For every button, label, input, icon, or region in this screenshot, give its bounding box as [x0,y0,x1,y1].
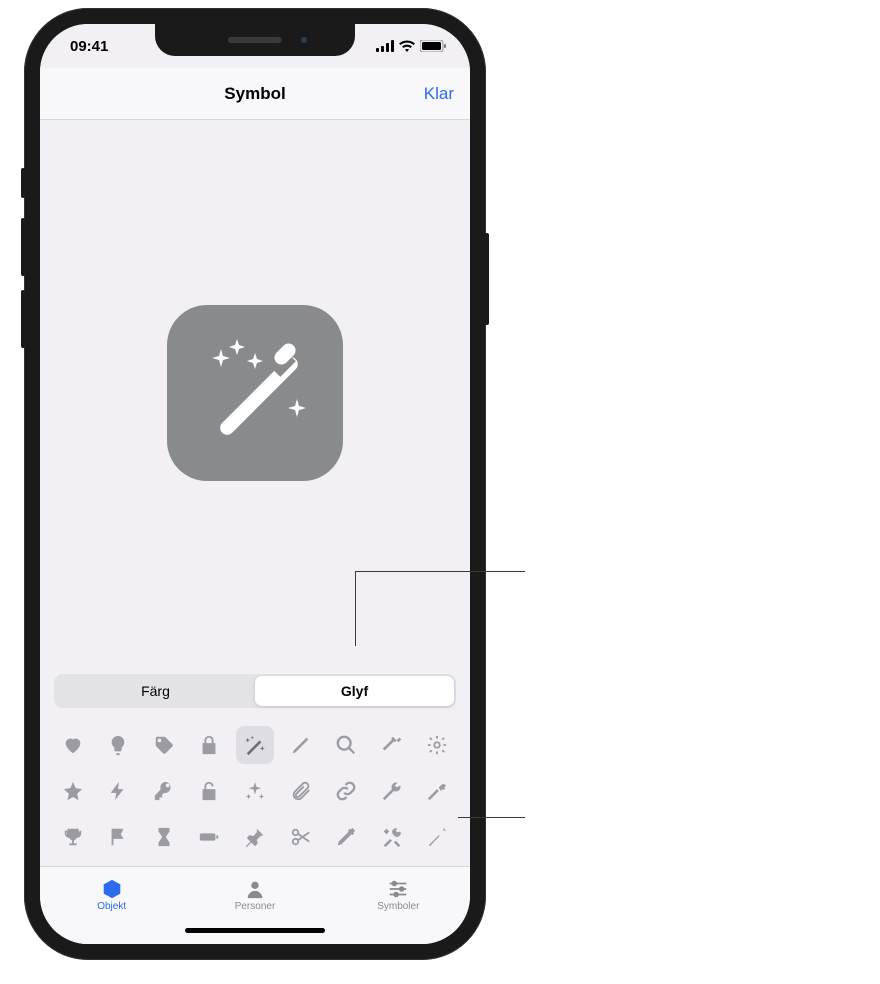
mute-switch [21,168,25,198]
volume-up-button [21,218,25,276]
tab-objects-label: Objekt [97,901,126,912]
tab-symbols-label: Symboler [377,901,419,912]
gear-icon[interactable] [418,726,456,764]
bolt-icon[interactable] [99,772,137,810]
tab-symbols[interactable]: Symboler [327,867,470,922]
page-title: Symbol [224,84,285,104]
callout-leader [355,571,525,572]
lightbulb-icon[interactable] [99,726,137,764]
segment-color[interactable]: Färg [56,676,255,706]
tab-people-label: Personer [235,901,276,912]
paperclip-icon[interactable] [282,772,320,810]
power-button [485,233,489,325]
magic-wand-icon [195,333,315,453]
segmented-control-row: Färg Glyf [40,666,470,718]
link-icon[interactable] [327,772,365,810]
battery-icon [420,40,446,52]
screen: 09:41 Symbol Klar [40,24,470,944]
navigation-bar: Symbol Klar [40,68,470,120]
eyedropper-icon[interactable] [327,818,365,856]
cube-icon [100,878,124,900]
tag-icon[interactable] [145,726,183,764]
cellular-icon [376,40,394,52]
tab-bar: Objekt Personer Symboler [40,866,470,922]
pencil-icon[interactable] [282,726,320,764]
icon-preview-area [40,120,470,666]
tab-people[interactable]: Personer [183,867,326,922]
notch [155,24,355,56]
volume-down-button [21,290,25,348]
hammer-claw-icon[interactable] [418,772,456,810]
sliders-icon [386,878,410,900]
battery-icon[interactable] [190,818,228,856]
status-icons [376,40,446,52]
trophy-icon[interactable] [54,818,92,856]
wifi-icon [399,40,415,52]
home-indicator[interactable] [40,922,470,944]
star-icon[interactable] [54,772,92,810]
scissors-icon[interactable] [282,818,320,856]
callout-leader [355,571,356,646]
icon-preview [167,305,343,481]
callout-leader [458,817,525,818]
hammer-icon[interactable] [373,726,411,764]
key-icon[interactable] [145,772,183,810]
done-button[interactable]: Klar [424,84,454,104]
screwdriver-icon[interactable] [418,818,456,856]
color-glyph-segmented-control: Färg Glyf [54,674,456,708]
segment-glyph[interactable]: Glyf [255,676,454,706]
phone-frame: 09:41 Symbol Klar [24,8,486,960]
tab-objects[interactable]: Objekt [40,867,183,922]
status-time: 09:41 [70,38,108,55]
heart-icon[interactable] [54,726,92,764]
person-icon [243,878,267,900]
unlock-icon[interactable] [190,772,228,810]
lock-icon[interactable] [190,726,228,764]
wrench-icon[interactable] [373,772,411,810]
tools-icon[interactable] [373,818,411,856]
hourglass-icon[interactable] [145,818,183,856]
pushpin-icon[interactable] [236,818,274,856]
sparkle-icon[interactable] [236,772,274,810]
magnifying-glass-icon[interactable] [327,726,365,764]
glyph-grid [40,718,470,866]
magic-wand-icon[interactable] [236,726,274,764]
flag-icon[interactable] [99,818,137,856]
